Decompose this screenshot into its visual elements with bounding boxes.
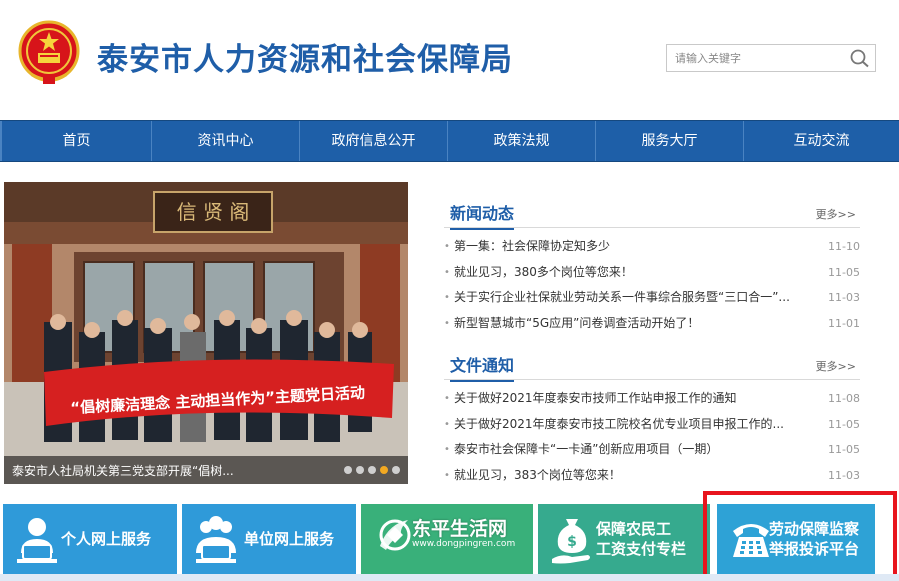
labor-inspection-complaint-label: 劳动保障监察 举报投诉平台 xyxy=(769,504,859,574)
labor-inspection-complaint-button[interactable]: 劳动保障监察 举报投诉平台 xyxy=(717,504,875,574)
notices-panel-header: 文件通知 更多>> xyxy=(444,350,860,382)
building-sign: 信 贤 阁 xyxy=(177,200,250,224)
news-link[interactable]: 第一集：社会保障协定知多少 xyxy=(454,234,610,260)
slide-caption[interactable]: 泰安市人社局机关第三党支部开展“倡树... xyxy=(12,462,234,479)
list-item: • 关于实行企业社保就业劳动关系一件事综合服务暨“三口合一”... 11-03 xyxy=(444,285,860,311)
service-bar: 个人网上服务 单位网上服务 $ 保障农民工 工资支付专栏 劳动保障监察 举报投诉… xyxy=(0,504,899,574)
group-laptop-icon xyxy=(196,516,236,563)
list-item: • 就业见习，380多个岗位等您来！ 11-05 xyxy=(444,260,860,286)
migrant-worker-wage-label-line2: 工资支付专栏 xyxy=(596,540,687,558)
list-item: • 新型智慧城市“5G应用”问卷调查活动开始了！ 11-01 xyxy=(444,311,860,337)
labor-inspection-complaint-label-line2: 举报投诉平台 xyxy=(769,540,860,558)
nav-item-home[interactable]: 首页 xyxy=(0,121,152,161)
news-more-link[interactable]: 更多>> xyxy=(816,206,856,222)
slide-dot-5[interactable] xyxy=(392,466,400,474)
search-icon[interactable] xyxy=(849,48,871,68)
notices-more-link[interactable]: 更多>> xyxy=(816,358,856,374)
slide-dot-3[interactable] xyxy=(368,466,376,474)
news-panel-header: 新闻动态 更多>> xyxy=(444,198,860,230)
news-link[interactable]: 新型智慧城市“5G应用”问卷调查活动开始了！ xyxy=(454,311,699,337)
notice-date: 11-08 xyxy=(828,392,860,405)
notice-date: 11-05 xyxy=(828,417,860,431)
money-bag-hand-icon: $ xyxy=(552,519,590,564)
news-list: • 第一集：社会保障协定知多少 11-10 • 就业见习，380多个岗位等您来！… xyxy=(444,234,860,336)
nav-item-interaction[interactable]: 互动交流 xyxy=(744,121,899,161)
notice-link[interactable]: 关于做好2021年度泰安市技工院校名优专业项目申报工作的... xyxy=(454,412,784,438)
news-date: 11-01 xyxy=(828,316,860,330)
search-input[interactable] xyxy=(667,45,845,71)
labor-inspection-complaint-label-line1: 劳动保障监察 xyxy=(769,520,860,538)
list-item: • 第一集：社会保障协定知多少 11-10 xyxy=(444,234,860,260)
news-link[interactable]: 关于实行企业社保就业劳动关系一件事综合服务暨“三口合一”... xyxy=(454,285,790,311)
notices-panel: 文件通知 更多>> • 关于做好2021年度泰安市技师工作站申报工作的通知 11… xyxy=(444,350,860,488)
slide-dot-1[interactable] xyxy=(344,466,352,474)
slide-caption-bar: 泰安市人社局机关第三党支部开展“倡树... xyxy=(4,456,408,484)
news-panel-title: 新闻动态 xyxy=(450,200,515,230)
nav-item-gov-info[interactable]: 政府信息公开 xyxy=(300,121,448,161)
slide-photo: 信 贤 阁 “倡树廉洁理念 主动担当作为”主题党日活动 xyxy=(4,182,408,484)
migrant-worker-wage-label-line1: 保障农民工 xyxy=(596,520,672,538)
nav-item-news-center[interactable]: 资讯中心 xyxy=(152,121,300,161)
green-service-button[interactable] xyxy=(361,504,533,574)
site-title: 泰安市人力资源和社会保障局 xyxy=(97,42,513,78)
nav-item-service-hall[interactable]: 服务大厅 xyxy=(596,121,744,161)
news-panel: 新闻动态 更多>> • 第一集：社会保障协定知多少 11-10 • 就业见习，3… xyxy=(444,198,860,336)
list-item: • 关于做好2021年度泰安市技工院校名优专业项目申报工作的... 11-05 xyxy=(444,412,860,438)
news-link[interactable]: 就业见习，380多个岗位等您来！ xyxy=(454,260,633,286)
site-header: 泰安市人力资源和社会保障局 xyxy=(0,0,899,120)
main-nav: 首页 资讯中心 政府信息公开 政策法规 服务大厅 互动交流 xyxy=(0,120,899,162)
search-box xyxy=(666,44,876,72)
slide-dot-4[interactable] xyxy=(380,466,388,474)
list-item: • 就业见习，383个岗位等您来！ 11-03 xyxy=(444,463,860,489)
news-date: 11-03 xyxy=(828,291,860,304)
list-item: • 泰安市社会保障卡“一卡通”创新应用项目（一期） 11-05 xyxy=(444,437,860,463)
notices-list: • 关于做好2021年度泰安市技师工作站申报工作的通知 11-08 • 关于做好… xyxy=(444,386,860,488)
svg-text:$: $ xyxy=(567,534,577,550)
migrant-worker-wage-label: 保障农民工 工资支付专栏 xyxy=(596,504,686,574)
personal-online-service-label: 个人网上服务 xyxy=(61,530,152,548)
notice-date: 11-03 xyxy=(828,468,860,482)
watermark-logo-icon xyxy=(379,519,411,551)
list-item: • 关于做好2021年度泰安市技师工作站申报工作的通知 11-08 xyxy=(444,386,860,412)
notice-link[interactable]: 就业见习，383个岗位等您来！ xyxy=(454,463,621,489)
company-online-service-label: 单位网上服务 xyxy=(244,530,335,548)
notices-panel-title: 文件通知 xyxy=(450,352,515,382)
news-date: 11-10 xyxy=(828,240,860,253)
telephone-icon xyxy=(733,524,769,557)
photo-slideshow[interactable]: 信 贤 阁 “倡树廉洁理念 主动担当作为”主题党日活动 泰安市人社局机关第三党支… xyxy=(4,182,408,484)
personal-online-service-button[interactable]: 个人网上服务 xyxy=(3,504,177,574)
notice-date: 11-05 xyxy=(828,443,860,456)
bottom-strip xyxy=(0,574,899,581)
notice-link[interactable]: 关于做好2021年度泰安市技师工作站申报工作的通知 xyxy=(454,386,737,412)
notice-link[interactable]: 泰安市社会保障卡“一卡通”创新应用项目（一期） xyxy=(454,437,718,463)
slide-dots xyxy=(344,466,400,474)
national-emblem-icon xyxy=(18,20,80,84)
slide-dot-2[interactable] xyxy=(356,466,364,474)
migrant-worker-wage-button[interactable]: $ 保障农民工 工资支付专栏 xyxy=(538,504,710,574)
company-online-service-button[interactable]: 单位网上服务 xyxy=(182,504,356,574)
nav-item-policy[interactable]: 政策法规 xyxy=(448,121,596,161)
person-laptop-icon xyxy=(17,518,57,563)
news-date: 11-05 xyxy=(828,265,860,279)
